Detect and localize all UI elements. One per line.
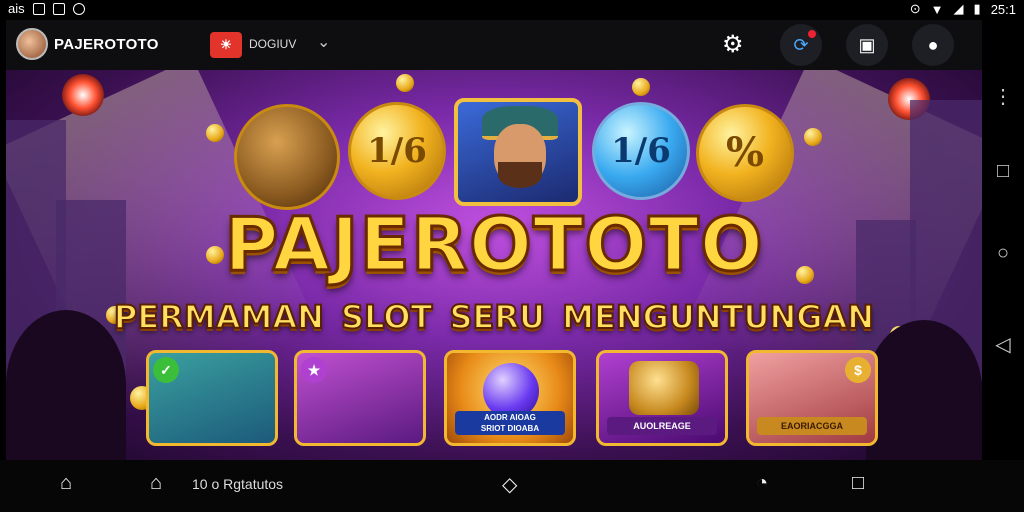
refresh-icon: ⟳ xyxy=(793,35,809,55)
spotlight-left xyxy=(62,74,104,116)
card-caption: AODR AIOAG SRIOT DIOABA xyxy=(455,411,565,435)
wifi-icon: ▼ xyxy=(930,1,944,17)
banner-headline: PAJEROTOTO xyxy=(223,201,764,290)
signal-icon: ◢ xyxy=(953,1,964,16)
coin-blue: 1/6 xyxy=(592,102,690,200)
coin-gold-1: 1/6 xyxy=(348,102,446,200)
carrier-label: ais xyxy=(8,1,25,16)
home-outline-icon[interactable]: ⌂ xyxy=(60,472,72,495)
crowd-right xyxy=(866,320,982,460)
game-card-4[interactable]: AUOLREAGE xyxy=(596,350,728,446)
more-icon[interactable]: ⋮ xyxy=(982,84,1024,109)
calendar-button[interactable]: ▣ xyxy=(846,24,888,66)
diamond-icon[interactable]: ◇ xyxy=(502,472,517,497)
floating-coin xyxy=(206,124,224,142)
clock: 25:1 xyxy=(990,1,1016,17)
coin-gold-2: % xyxy=(696,104,794,202)
wolf-coin xyxy=(234,104,340,210)
notification-icon xyxy=(32,2,45,15)
banner-subheadline: PERMAMAN SLOT SERU MENGUNTUNGAN xyxy=(113,297,875,337)
battery-icon: ▮ xyxy=(973,1,981,16)
app-icon xyxy=(72,2,85,15)
game-card-1[interactable]: ✓ xyxy=(146,350,278,446)
floating-coin xyxy=(632,78,650,96)
gallery-icon xyxy=(52,2,65,15)
app-bar: PAJEROTOTO ☀ DOGIUV ⌄ ⚙ ⟳ ▣ ● xyxy=(6,20,982,70)
game-card-5[interactable]: $ EAORIACGGA xyxy=(746,350,878,446)
home-icon[interactable]: ○ xyxy=(982,242,1024,265)
floating-coin xyxy=(804,128,822,146)
domain-badge-button[interactable]: ☀ xyxy=(210,32,242,58)
profile-button[interactable]: ● xyxy=(912,24,954,66)
check-icon: ✓ xyxy=(153,357,179,383)
user-icon: ● xyxy=(927,35,939,55)
clock-icon[interactable]: ◔ xyxy=(756,472,768,495)
bottom-nav: ⌂ ⌂ 10 o Rgtatutos ◇ ◔ □ xyxy=(0,460,1024,512)
card-caption: AUOLREAGE xyxy=(607,417,717,435)
house-icon[interactable]: ⌂ xyxy=(150,472,162,495)
square-icon[interactable]: □ xyxy=(852,472,864,495)
card-caption: EAORIACGGA xyxy=(757,417,867,435)
refresh-button[interactable]: ⟳ xyxy=(780,24,822,66)
app-title: PAJEROTOTO xyxy=(54,36,159,53)
avatar[interactable] xyxy=(16,28,48,60)
gear-icon[interactable]: ⚙ xyxy=(722,30,744,59)
game-card-3[interactable]: AODR AIOAG SRIOT DIOABA xyxy=(444,350,576,446)
floating-coin xyxy=(396,74,414,92)
beard xyxy=(498,162,542,188)
character-portrait xyxy=(454,98,582,206)
recents-icon[interactable]: □ xyxy=(982,160,1024,183)
status-bar: ais ⊙ ▼ ◢ ▮ 25:1 xyxy=(0,0,1024,20)
chevron-down-icon[interactable]: ⌄ xyxy=(317,32,330,52)
sync-status-icon: ⊙ xyxy=(909,1,921,16)
promo-banner[interactable]: 1/6 1/6 % PAJEROTOTO PERMAMAN SLOT SERU … xyxy=(6,70,982,460)
domain-text[interactable]: DOGIUV xyxy=(249,37,296,51)
treasure-icon xyxy=(629,361,699,415)
calendar-icon: ▣ xyxy=(858,35,876,55)
system-nav-right: ⋮ □ ○ ◁ xyxy=(982,70,1024,460)
notification-dot xyxy=(808,30,816,38)
back-icon[interactable]: ◁ xyxy=(982,332,1024,357)
star-icon: ★ xyxy=(301,357,327,383)
coin-badge-icon: $ xyxy=(845,357,871,383)
bottom-nav-label[interactable]: 10 o Rgtatutos xyxy=(192,476,283,492)
game-card-2[interactable]: ★ xyxy=(294,350,426,446)
